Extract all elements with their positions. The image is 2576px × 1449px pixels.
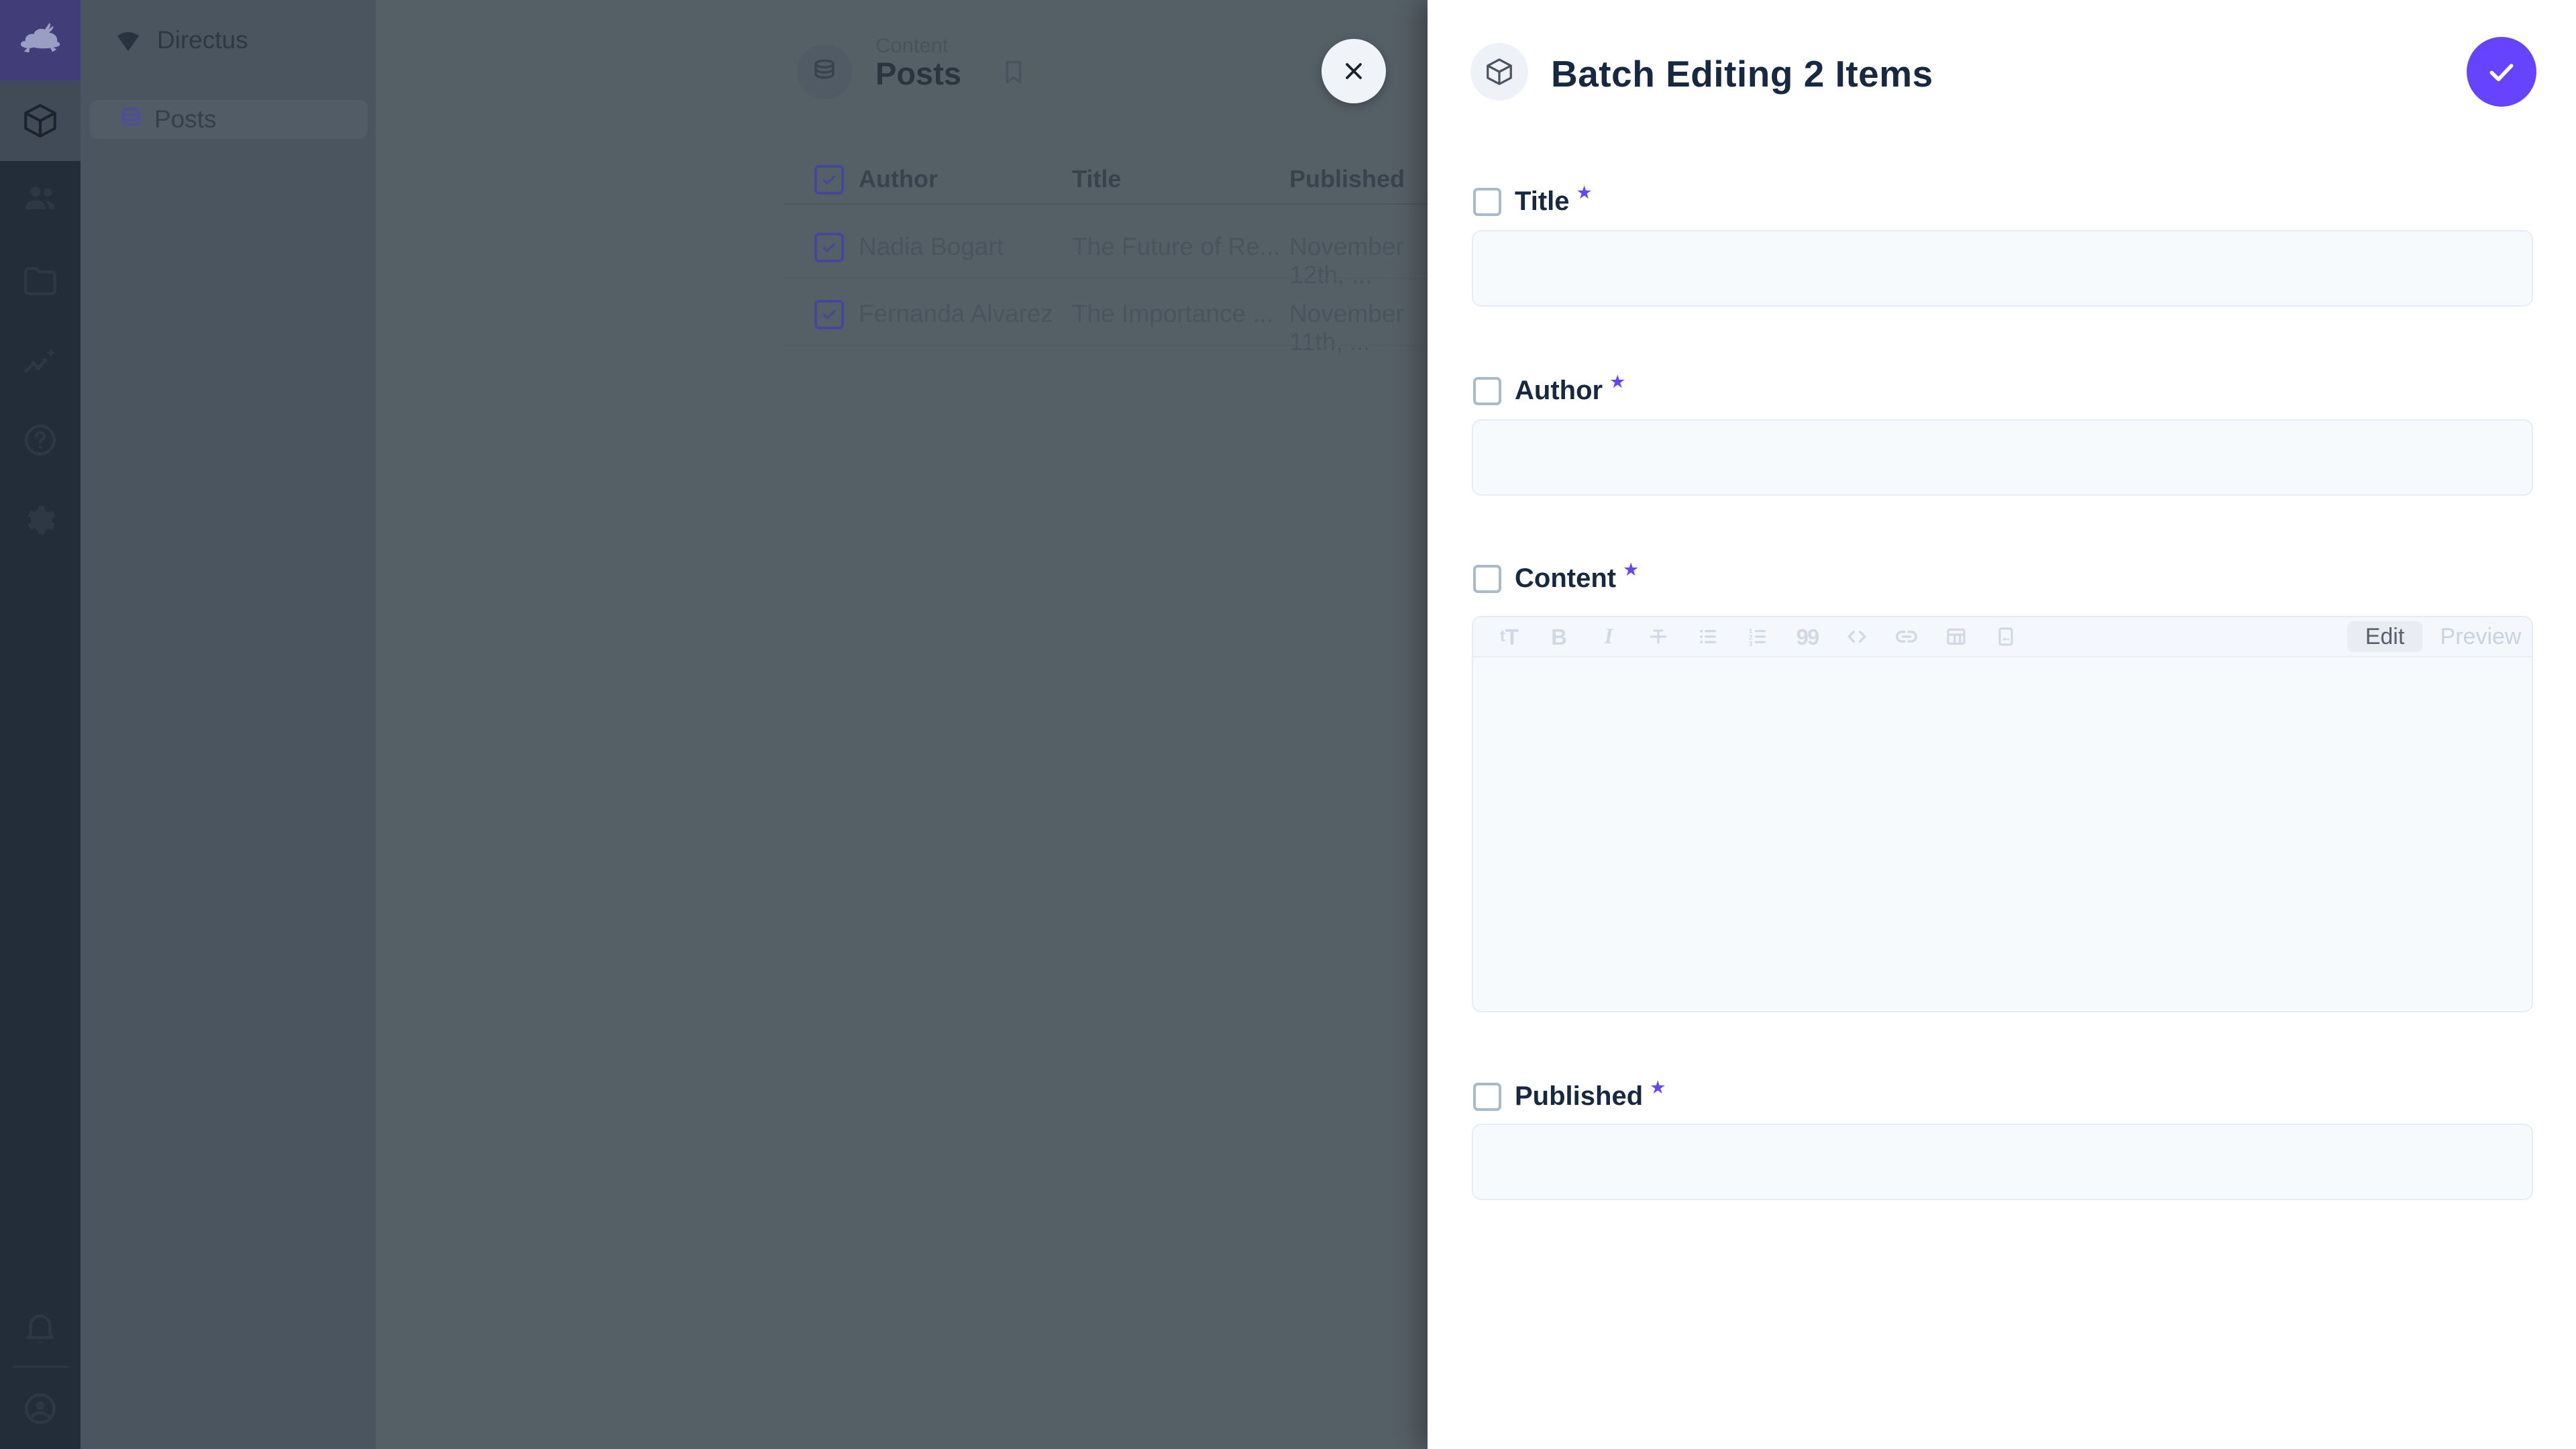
navigation-sidebar: Directus Posts	[80, 0, 376, 1449]
box-icon	[21, 101, 60, 140]
required-icon: ★	[1609, 372, 1625, 392]
field-content-label-row: Content ★	[1473, 564, 1639, 594]
check-icon	[2483, 54, 2520, 90]
notifications-button[interactable]	[0, 1287, 80, 1368]
gem-icon	[113, 25, 144, 56]
link-icon[interactable]	[1888, 618, 1925, 655]
title-input[interactable]	[1472, 230, 2533, 307]
batch-field-checkbox-author[interactable]	[1473, 377, 1501, 405]
project-name: Directus	[157, 26, 248, 54]
close-icon	[1338, 56, 1369, 87]
box-icon	[1484, 56, 1515, 87]
numbered-list-icon[interactable]: 123	[1739, 618, 1776, 655]
batch-field-checkbox-published[interactable]	[1473, 1083, 1501, 1111]
sidebar-item-posts[interactable]: Posts	[90, 100, 368, 139]
row-checkbox[interactable]	[814, 233, 844, 262]
required-icon: ★	[1650, 1077, 1666, 1098]
check-icon	[820, 171, 838, 189]
save-button[interactable]	[2467, 37, 2536, 107]
account-icon	[21, 1389, 60, 1428]
code-icon[interactable]	[1838, 618, 1876, 655]
italic-icon[interactable]: I	[1590, 618, 1627, 655]
markdown-editor: tT B I 123 99 Edit Preview	[1472, 616, 2533, 1012]
bulleted-list-icon[interactable]	[1689, 618, 1727, 655]
users-icon	[21, 179, 60, 218]
strikethrough-icon[interactable]	[1640, 618, 1677, 655]
module-content[interactable]	[0, 80, 80, 161]
module-insights[interactable]	[0, 321, 80, 402]
batch-field-checkbox-title[interactable]	[1473, 188, 1501, 216]
project-header[interactable]: Directus	[80, 0, 376, 80]
drawer-header-icon	[1470, 43, 1528, 101]
bookmark-icon[interactable]	[998, 56, 1029, 87]
column-header-published[interactable]: Published	[1289, 165, 1405, 193]
text-size-icon[interactable]: tT	[1491, 618, 1528, 655]
cell-title: The Importance ...	[1072, 300, 1273, 328]
field-label: Content	[1515, 564, 1616, 594]
breadcrumb[interactable]: Content	[875, 34, 949, 58]
field-label: Published	[1515, 1081, 1643, 1112]
module-settings[interactable]	[0, 480, 80, 561]
check-icon	[820, 239, 838, 256]
bold-icon[interactable]: B	[1540, 618, 1578, 655]
directus-logo-button[interactable]	[0, 0, 80, 80]
module-files[interactable]	[0, 241, 80, 321]
directus-rabbit-icon	[15, 15, 66, 66]
module-bar-divider	[12, 1366, 68, 1368]
account-button[interactable]	[0, 1368, 80, 1449]
bell-icon	[21, 1308, 60, 1347]
field-label: Title	[1515, 186, 1570, 217]
svg-text:3: 3	[1749, 640, 1753, 648]
insights-icon	[21, 342, 60, 381]
field-published-label-row: Published ★	[1473, 1081, 1666, 1112]
main-content: Content Posts Author Title Published Con…	[376, 0, 1428, 1449]
select-all-checkbox[interactable]	[814, 165, 844, 195]
tab-edit[interactable]: Edit	[2347, 621, 2422, 652]
table-icon[interactable]	[1937, 618, 1975, 655]
drawer-title: Batch Editing 2 Items	[1551, 52, 1933, 95]
gear-icon	[21, 501, 60, 540]
module-users[interactable]	[0, 158, 80, 239]
editor-toolbar: tT B I 123 99 Edit Preview	[1473, 617, 2532, 657]
help-icon	[21, 421, 60, 460]
author-input[interactable]	[1472, 419, 2533, 496]
required-icon: ★	[1623, 559, 1639, 580]
column-header-title[interactable]: Title	[1072, 165, 1121, 193]
column-header-author[interactable]: Author	[859, 165, 938, 193]
published-input[interactable]	[1472, 1124, 2533, 1200]
row-checkbox[interactable]	[814, 300, 844, 329]
content-textarea[interactable]	[1473, 657, 2532, 1011]
folder-icon	[21, 262, 60, 301]
collection-icon-button[interactable]	[797, 44, 852, 99]
required-icon: ★	[1576, 182, 1593, 203]
blockquote-icon[interactable]: 99	[1788, 618, 1826, 655]
cell-published: November 11th, ...	[1289, 300, 1428, 356]
drawer-close-button[interactable]	[1322, 39, 1386, 103]
tab-preview[interactable]: Preview	[2430, 621, 2531, 652]
cell-published: November 12th, ...	[1289, 233, 1428, 289]
module-help[interactable]	[0, 400, 80, 480]
cell-author: Nadia Bogart	[859, 233, 1004, 261]
batch-field-checkbox-content[interactable]	[1473, 565, 1501, 593]
cell-title: The Future of Re...	[1072, 233, 1281, 261]
check-icon	[820, 306, 838, 323]
database-icon	[810, 57, 839, 87]
database-icon	[117, 105, 145, 133]
sidebar-item-label: Posts	[154, 105, 217, 133]
field-title-label-row: Title ★	[1473, 186, 1593, 217]
module-bar	[0, 0, 80, 1449]
cell-author: Fernanda Alvarez	[859, 300, 1053, 328]
page-title: Posts	[875, 55, 961, 92]
field-label: Author	[1515, 376, 1603, 406]
field-author-label-row: Author ★	[1473, 376, 1625, 406]
image-icon[interactable]	[1987, 618, 2025, 655]
